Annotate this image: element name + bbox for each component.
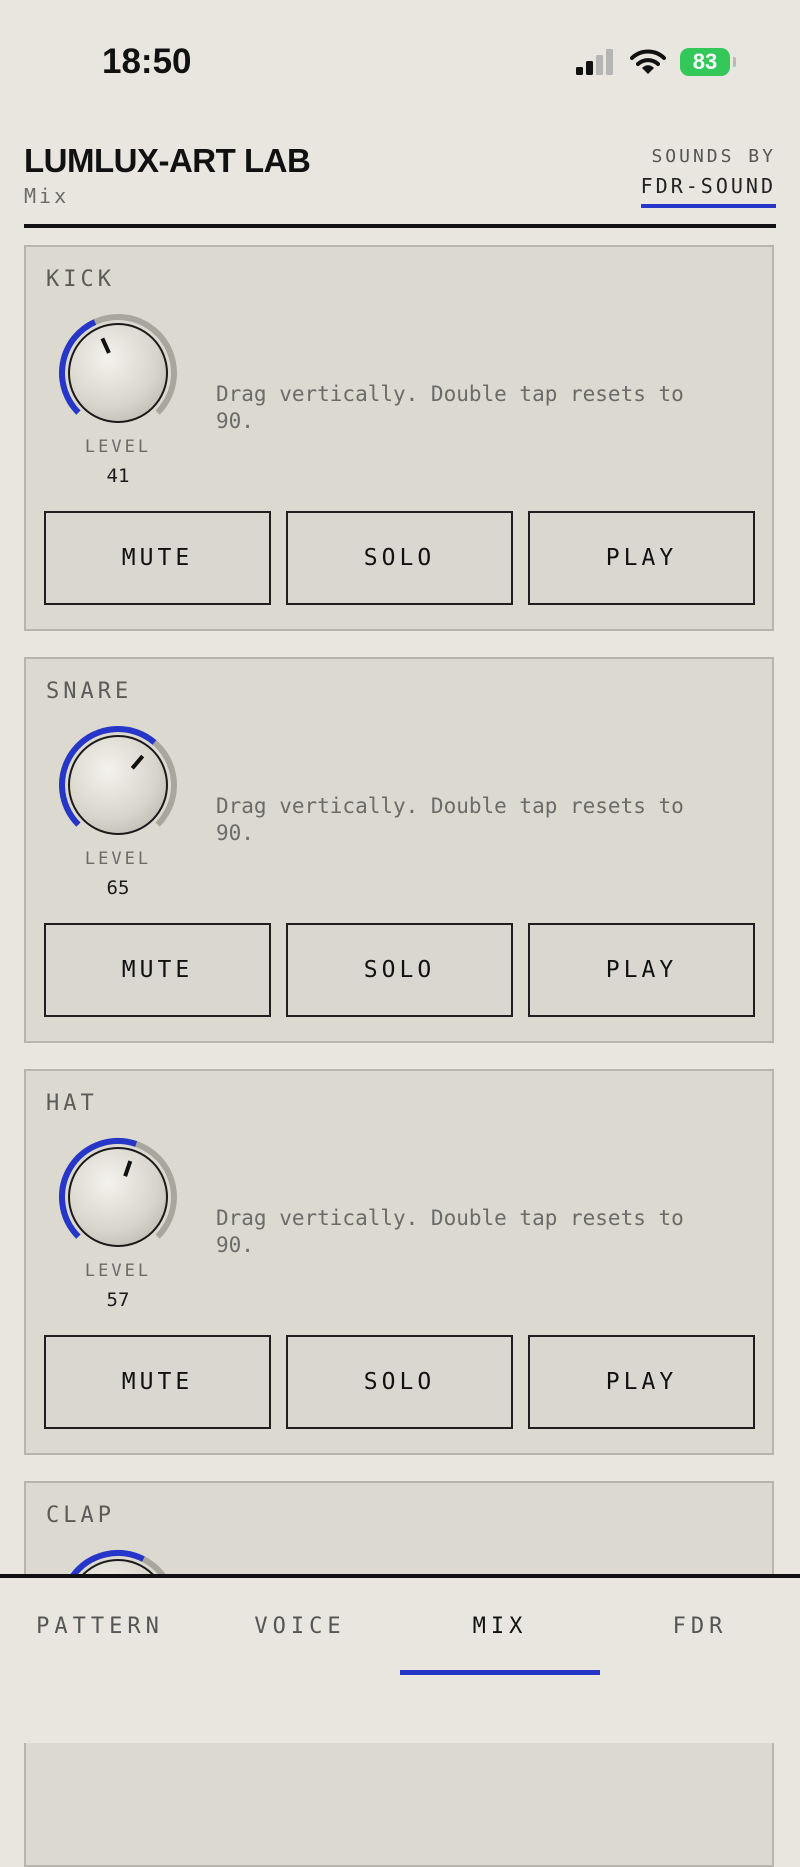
status-bar: 18:50 83 — [0, 0, 800, 120]
tab-voice[interactable]: VOICE — [200, 1578, 400, 1674]
knob-hint: Drag vertically. Double tap resets to 90… — [216, 794, 684, 845]
knob-dial-icon — [59, 314, 177, 423]
wifi-icon — [630, 49, 666, 74]
status-icons: 83 — [576, 48, 736, 76]
level-value: 57 — [106, 1289, 130, 1311]
channel-kick: KICK LEVEL 41 Drag vertically. Double ta… — [24, 245, 774, 631]
battery-icon: 83 — [680, 48, 736, 76]
play-button[interactable]: PLAY — [528, 1335, 755, 1429]
status-time: 18:50 — [102, 42, 192, 81]
channel-snare: SNARE LEVEL 65 Drag vertically. Double t… — [24, 657, 774, 1043]
page-subtitle: Mix — [24, 184, 70, 208]
channel-name: SNARE — [46, 679, 133, 704]
mute-button[interactable]: MUTE — [44, 923, 271, 1017]
play-button[interactable]: PLAY — [528, 923, 755, 1017]
level-knob[interactable] — [56, 1135, 180, 1259]
solo-button[interactable]: SOLO — [286, 1335, 513, 1429]
knob-dial-icon — [58, 726, 177, 835]
tab-pattern[interactable]: PATTERN — [0, 1578, 200, 1674]
play-button[interactable]: PLAY — [528, 511, 755, 605]
solo-button[interactable]: SOLO — [286, 923, 513, 1017]
tab-fdr[interactable]: FDR — [600, 1578, 800, 1674]
level-label: LEVEL — [84, 849, 152, 869]
channel-hat: HAT LEVEL 57 Drag vertically. Double tap… — [24, 1069, 774, 1455]
knob-hint: Drag vertically. Double tap resets to 90… — [216, 1206, 684, 1257]
level-label: LEVEL — [84, 1261, 152, 1281]
knob-hint: Drag vertically. Double tap resets to 90… — [216, 382, 684, 433]
level-label: LEVEL — [84, 437, 152, 457]
level-value: 65 — [106, 877, 130, 899]
channel-name: KICK — [46, 267, 115, 292]
battery-level: 83 — [692, 49, 718, 74]
app-title: LUMLUX-ART LAB — [24, 142, 311, 179]
mute-button[interactable]: MUTE — [44, 1335, 271, 1429]
tab-mix[interactable]: MIX — [400, 1578, 600, 1674]
solo-button[interactable]: SOLO — [286, 511, 513, 605]
level-knob[interactable] — [56, 311, 180, 435]
knob-body — [68, 323, 168, 423]
knob-body — [68, 735, 168, 835]
bottom-tab-bar: PATTERN VOICE MIX FDR — [0, 1574, 800, 1743]
app-header: LUMLUX-ART LAB Mix SOUNDS BY FDR-SOUND — [24, 140, 776, 228]
knob-dial-icon — [59, 1138, 177, 1247]
channel-name: CLAP — [46, 1503, 115, 1528]
knob-body — [68, 1147, 168, 1247]
active-tab-indicator — [400, 1670, 600, 1675]
level-value: 41 — [106, 465, 130, 487]
sounds-by-link[interactable]: FDR-SOUND — [640, 174, 776, 208]
cellular-signal-icon — [576, 49, 613, 75]
level-knob[interactable] — [56, 723, 180, 847]
mute-button[interactable]: MUTE — [44, 511, 271, 605]
channel-name: HAT — [46, 1091, 98, 1116]
sounds-by-label: SOUNDS BY — [651, 146, 776, 167]
